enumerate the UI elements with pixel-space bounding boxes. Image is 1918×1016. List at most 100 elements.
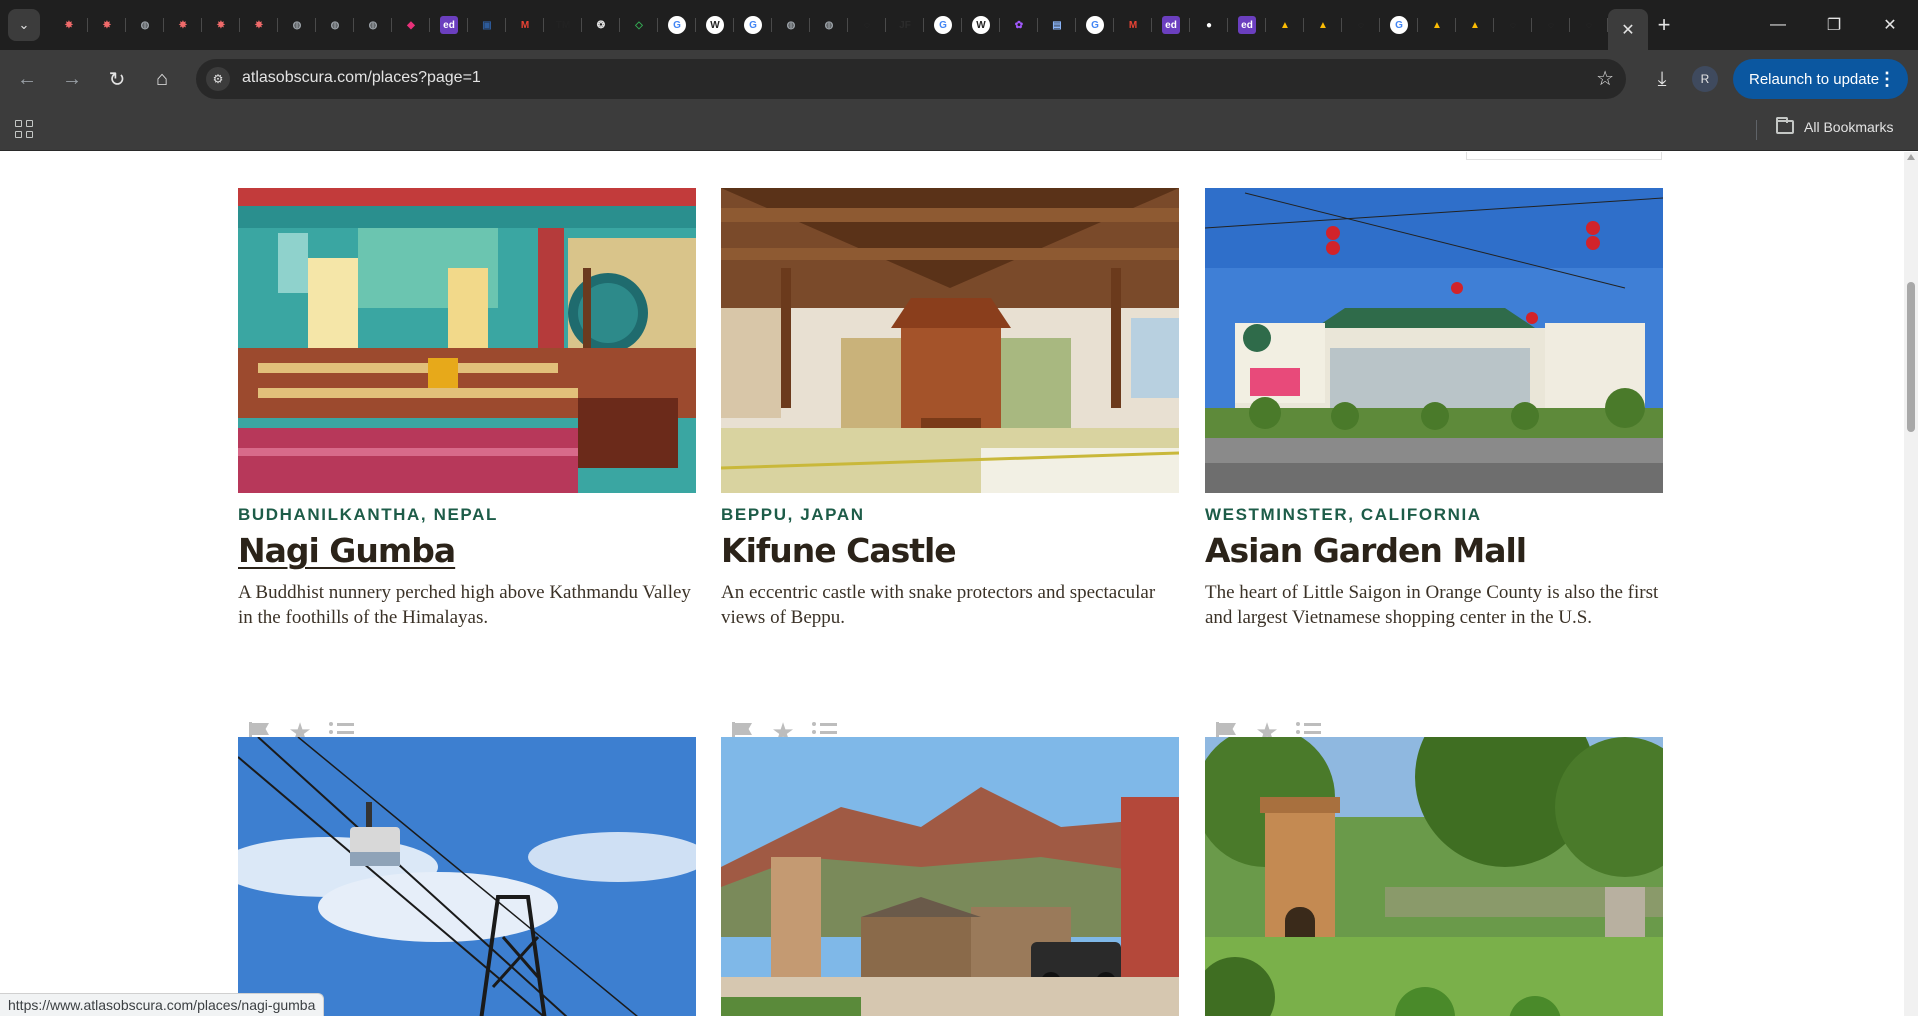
browser-tab[interactable]: ✸ [240, 9, 278, 41]
tab-list: ✸ ✸ ◍ ✸ ✸ ✸ ◍ ◍ ◍ ◆ ed ▣ M TM ❂ ◇ G W G ◍ ◍ ◌ JF G W ✿ ▤ G Med ● ed ▲ ▲ ◌… [50, 9, 1648, 50]
reload-button[interactable]: ↻ [101, 63, 133, 95]
diamond-icon: ◇ [635, 19, 643, 31]
minimize-button[interactable]: — [1750, 0, 1806, 50]
place-image[interactable] [721, 188, 1179, 493]
asana-icon: ✸ [216, 19, 226, 31]
browser-tab[interactable]: ed [430, 9, 468, 41]
browser-tab[interactable]: ▲ [1456, 9, 1494, 41]
place-card[interactable]: BEPPU, JAPAN Kifune Castle An eccentric … [721, 188, 1179, 754]
relaunch-button[interactable]: Relaunch to update ⋮ [1733, 59, 1908, 99]
mall-exterior-photo [1205, 188, 1663, 493]
browser-tab[interactable]: M [1114, 9, 1152, 41]
drive-icon: ▲ [1432, 19, 1442, 31]
place-image[interactable] [238, 737, 696, 1016]
partial-dropdown[interactable] [1466, 152, 1662, 160]
browser-tab[interactable]: ✸ [164, 9, 202, 41]
browser-tab[interactable]: ◆ [392, 9, 430, 41]
browser-tab[interactable]: ✿ [1000, 9, 1038, 41]
place-image[interactable] [721, 737, 1179, 1016]
gmail-icon: M [520, 19, 530, 31]
close-tab-icon[interactable]: ✕ [1621, 20, 1634, 40]
browser-tab[interactable]: ◌ [1494, 9, 1532, 41]
browser-tab[interactable]: ed [1228, 9, 1266, 41]
browser-tab[interactable]: ◌ [1342, 9, 1380, 41]
browser-tab[interactable]: ◇ [620, 9, 658, 41]
browser-tab[interactable]: ◍ [772, 9, 810, 41]
google-icon: G [668, 16, 686, 34]
place-image[interactable] [1205, 188, 1663, 493]
browser-tab[interactable]: ❂ [582, 9, 620, 41]
castle-interior-photo [721, 188, 1179, 493]
browser-tab[interactable]: ◍ [278, 9, 316, 41]
page-viewport: BUDHANILKANTHA, NEPAL Nagi Gumba A Buddh… [0, 152, 1904, 1016]
browser-tab[interactable]: ▲ [1266, 9, 1304, 41]
browser-tab[interactable]: G [658, 9, 696, 41]
browser-tab[interactable]: ▲ [1304, 9, 1342, 41]
close-window-button[interactable]: ✕ [1862, 0, 1918, 50]
downloads-button[interactable]: ⤓ [1646, 63, 1678, 95]
back-button[interactable]: ← [11, 63, 43, 95]
apps-grid-icon[interactable] [12, 117, 36, 141]
relaunch-label: Relaunch to update [1749, 70, 1880, 88]
all-bookmarks-button[interactable]: All Bookmarks [1776, 117, 1893, 135]
active-tab[interactable]: ✕ [1608, 9, 1648, 50]
bookmark-star-icon[interactable]: ☆ [1596, 66, 1614, 91]
browser-tab[interactable]: ● [1190, 9, 1228, 41]
address-bar[interactable]: ⚙ atlasobscura.com/places?page=1 ☆ [196, 59, 1626, 99]
place-card[interactable]: WESTMINSTER, CALIFORNIA Asian Garden Mal… [1205, 188, 1663, 754]
place-card[interactable] [1205, 737, 1663, 1016]
browser-tab[interactable]: ◍ [316, 9, 354, 41]
place-card[interactable] [721, 737, 1179, 1016]
edstem-icon: ed [440, 16, 458, 34]
google-icon: G [1390, 16, 1408, 34]
place-title-link[interactable]: Kifune Castle [721, 531, 1179, 570]
browser-tab[interactable]: G [924, 9, 962, 41]
link-status-bubble: https://www.atlasobscura.com/places/nagi… [0, 993, 325, 1016]
browser-tab[interactable]: JF [886, 9, 924, 41]
browser-tab[interactable]: TM [544, 9, 582, 41]
new-tab-button[interactable]: + [1648, 9, 1680, 41]
browser-tab[interactable]: ed [1152, 9, 1190, 41]
home-button[interactable]: ⌂ [146, 63, 178, 95]
site-info-icon[interactable]: ⚙ [206, 67, 230, 91]
place-card[interactable] [238, 737, 696, 1016]
browser-tab[interactable]: W [962, 9, 1000, 41]
place-image[interactable] [1205, 737, 1663, 1016]
place-title-link[interactable]: Asian Garden Mall [1205, 531, 1663, 570]
scroll-up-arrow-icon[interactable] [1907, 154, 1915, 160]
place-location: BEPPU, JAPAN [721, 505, 865, 524]
browser-tab[interactable]: ▤ [1038, 9, 1076, 41]
browser-tab[interactable]: ◍ [126, 9, 164, 41]
browser-tab[interactable]: W [696, 9, 734, 41]
tab-search-button[interactable]: ⌄ [8, 9, 40, 41]
forward-button[interactable]: → [56, 63, 88, 95]
place-title-link[interactable]: Nagi Gumba [238, 531, 696, 570]
browser-tab[interactable]: G [1076, 9, 1114, 41]
ghost-town-photo [721, 737, 1179, 1016]
browser-tab[interactable]: ▲ [1418, 9, 1456, 41]
profile-avatar[interactable]: R [1692, 66, 1718, 92]
figma-icon: ✿ [1014, 19, 1024, 31]
garden-tower-photo [1205, 737, 1663, 1016]
browser-tab[interactable]: ▣ [468, 9, 506, 41]
place-image[interactable] [238, 188, 696, 493]
restore-button[interactable]: ❐ [1806, 0, 1862, 50]
browser-tab[interactable]: ◍ [810, 9, 848, 41]
browser-tab[interactable]: ✸ [88, 9, 126, 41]
browser-tab[interactable]: G [1380, 9, 1418, 41]
browser-tab[interactable]: G [734, 9, 772, 41]
scroll-thumb[interactable] [1907, 282, 1915, 432]
place-card[interactable]: BUDHANILKANTHA, NEPAL Nagi Gumba A Buddh… [238, 188, 696, 754]
browser-tab[interactable]: ✸ [202, 9, 240, 41]
url-text[interactable]: atlasobscura.com/places?page=1 [242, 69, 481, 87]
browser-tab[interactable]: ◍ [354, 9, 392, 41]
browser-tab[interactable]: M [506, 9, 544, 41]
place-description: A Buddhist nunnery perched high above Ka… [238, 582, 691, 628]
browser-tab[interactable]: ◌ [848, 9, 886, 41]
browser-tab[interactable]: ◌ [1570, 9, 1608, 41]
browser-tab[interactable]: ✸ [50, 9, 88, 41]
folder-icon [1776, 117, 1794, 134]
page-scrollbar[interactable] [1904, 152, 1918, 1016]
home-icon: ⌂ [155, 67, 169, 90]
browser-tab[interactable]: ◌ [1532, 9, 1570, 41]
